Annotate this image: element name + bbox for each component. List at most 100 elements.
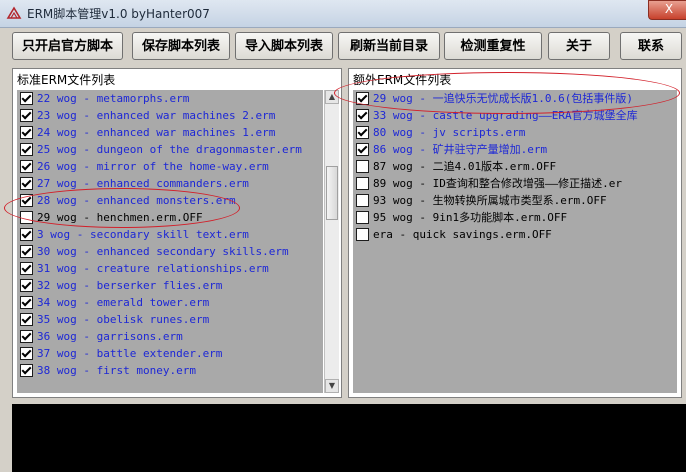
list-item[interactable]: 22 wog - metamorphs.erm — [17, 90, 323, 107]
list-item-label: 36 wog - garrisons.erm — [37, 330, 183, 343]
contact-button[interactable]: 联系 — [620, 32, 682, 60]
list-item[interactable]: 31 wog - creature relationships.erm — [17, 260, 323, 277]
checkbox[interactable] — [356, 177, 369, 190]
list-item[interactable]: 80 wog - jv scripts.erm — [353, 124, 677, 141]
extra-erm-panel: 额外ERM文件列表 29 wog - 一追快乐无忧成长版1.0.6(包括事件版)… — [348, 68, 682, 398]
list-item[interactable]: 35 wog - obelisk runes.erm — [17, 311, 323, 328]
list-item-label: 26 wog - mirror of the home-way.erm — [37, 160, 269, 173]
checkbox[interactable] — [20, 245, 33, 258]
list-item-label: 87 wog - 二追4.01版本.erm.OFF — [373, 160, 557, 173]
list-item[interactable]: 37 wog - battle extender.erm — [17, 345, 323, 362]
list-item[interactable]: 93 wog - 生物转换所属城市类型系.erm.OFF — [353, 192, 677, 209]
list-item-label: 27 wog - enhanced commanders.erm — [37, 177, 249, 190]
list-item-label: 24 wog - enhanced war machines 1.erm — [37, 126, 276, 139]
official-scripts-only-button[interactable]: 只开启官方脚本 — [12, 32, 123, 60]
checkbox[interactable] — [20, 313, 33, 326]
list-item-label: 95 wog - 9in1多功能脚本.erm.OFF — [373, 211, 568, 224]
scrollbar[interactable]: ▲ ▼ — [324, 90, 339, 393]
checkbox[interactable] — [20, 279, 33, 292]
about-button[interactable]: 关于 — [548, 32, 610, 60]
checkbox[interactable] — [20, 330, 33, 343]
list-item-label: 38 wog - first money.erm — [37, 364, 196, 377]
checkbox[interactable] — [20, 194, 33, 207]
list-item[interactable]: 29 wog - henchmen.erm.OFF — [17, 209, 323, 226]
checkbox[interactable] — [356, 160, 369, 173]
close-button[interactable]: X — [648, 0, 686, 20]
list-item-label: 34 wog - emerald tower.erm — [37, 296, 210, 309]
list-item[interactable]: era - quick savings.erm.OFF — [353, 226, 677, 243]
standard-erm-panel: 标准ERM文件列表 22 wog - metamorphs.erm 23 wog … — [12, 68, 342, 398]
title-bar: ERM脚本管理v1.0 byHanter007 X — [0, 0, 686, 28]
list-item-label: 3 wog - secondary skill text.erm — [37, 228, 249, 241]
checkbox[interactable] — [356, 92, 369, 105]
list-item-label: 25 wog - dungeon of the dragonmaster.erm — [37, 143, 302, 156]
toolbar: 只开启官方脚本 保存脚本列表 导入脚本列表 刷新当前目录 检测重复性 关于 联系 — [0, 32, 686, 64]
list-item-label: 29 wog - henchmen.erm.OFF — [37, 211, 203, 224]
list-item[interactable]: 29 wog - 一追快乐无忧成长版1.0.6(包括事件版) — [353, 90, 677, 107]
save-script-list-button[interactable]: 保存脚本列表 — [132, 32, 230, 60]
checkbox[interactable] — [20, 262, 33, 275]
list-item-label: 23 wog - enhanced war machines 2.erm — [37, 109, 276, 122]
checkbox[interactable] — [20, 109, 33, 122]
checkbox[interactable] — [20, 143, 33, 156]
window-title: ERM脚本管理v1.0 byHanter007 — [27, 7, 210, 21]
list-item[interactable]: 24 wog - enhanced war machines 1.erm — [17, 124, 323, 141]
list-item[interactable]: 27 wog - enhanced commanders.erm — [17, 175, 323, 192]
list-item[interactable]: 95 wog - 9in1多功能脚本.erm.OFF — [353, 209, 677, 226]
refresh-directory-button[interactable]: 刷新当前目录 — [338, 32, 440, 60]
list-item-label: 32 wog - berserker flies.erm — [37, 279, 223, 292]
list-item[interactable]: 36 wog - garrisons.erm — [17, 328, 323, 345]
list-item[interactable]: 28 wog - enhanced monsters.erm — [17, 192, 323, 209]
check-duplicates-button[interactable]: 检测重复性 — [444, 32, 542, 60]
arrow-down-icon[interactable]: ▼ — [325, 379, 339, 393]
list-item-label: 37 wog - battle extender.erm — [37, 347, 223, 360]
list-item-label: 28 wog - enhanced monsters.erm — [37, 194, 236, 207]
extra-erm-title: 额外ERM文件列表 — [353, 73, 452, 87]
import-script-list-button[interactable]: 导入脚本列表 — [235, 32, 333, 60]
list-item[interactable]: 25 wog - dungeon of the dragonmaster.erm — [17, 141, 323, 158]
output-console — [12, 404, 686, 472]
list-item-label: 29 wog - 一追快乐无忧成长版1.0.6(包括事件版) — [373, 92, 633, 105]
list-item[interactable]: 87 wog - 二追4.01版本.erm.OFF — [353, 158, 677, 175]
checkbox[interactable] — [20, 364, 33, 377]
checkbox[interactable] — [20, 160, 33, 173]
list-item-label: 93 wog - 生物转换所属城市类型系.erm.OFF — [373, 194, 607, 207]
checkbox[interactable] — [356, 211, 369, 224]
list-item[interactable]: 3 wog - secondary skill text.erm — [17, 226, 323, 243]
list-item[interactable]: 26 wog - mirror of the home-way.erm — [17, 158, 323, 175]
extra-erm-list[interactable]: 29 wog - 一追快乐无忧成长版1.0.6(包括事件版) 33 wog - c… — [353, 90, 677, 393]
scrollbar-thumb[interactable] — [326, 166, 338, 220]
checkbox[interactable] — [20, 347, 33, 360]
checkbox[interactable] — [356, 194, 369, 207]
checkbox[interactable] — [20, 177, 33, 190]
checkbox[interactable] — [356, 126, 369, 139]
list-item-label: 31 wog - creature relationships.erm — [37, 262, 269, 275]
list-item-label: 30 wog - enhanced secondary skills.erm — [37, 245, 289, 258]
checkbox[interactable] — [20, 126, 33, 139]
checkbox[interactable] — [356, 228, 369, 241]
checkbox[interactable] — [356, 109, 369, 122]
checkbox[interactable] — [20, 92, 33, 105]
list-item-label: 80 wog - jv scripts.erm — [373, 126, 526, 139]
checkbox[interactable] — [20, 228, 33, 241]
list-item[interactable]: 38 wog - first money.erm — [17, 362, 323, 379]
checkbox[interactable] — [356, 143, 369, 156]
list-item[interactable]: 86 wog - 矿井驻守产量增加.erm — [353, 141, 677, 158]
list-item-label: era - quick savings.erm.OFF — [373, 228, 552, 241]
app-icon — [6, 6, 22, 19]
checkbox[interactable] — [20, 211, 33, 224]
arrow-up-icon[interactable]: ▲ — [325, 90, 339, 104]
list-item[interactable]: 32 wog - berserker flies.erm — [17, 277, 323, 294]
list-item-label: 35 wog - obelisk runes.erm — [37, 313, 210, 326]
list-item[interactable]: 30 wog - enhanced secondary skills.erm — [17, 243, 323, 260]
list-item[interactable]: 33 wog - castle upgrading——ERA官方城堡全库 — [353, 107, 677, 124]
checkbox[interactable] — [20, 296, 33, 309]
list-item-label: 86 wog - 矿井驻守产量增加.erm — [373, 143, 548, 156]
list-item-label: 89 wog - ID查询和整合修改增强——修正描述.er — [373, 177, 622, 190]
standard-erm-list[interactable]: 22 wog - metamorphs.erm 23 wog - enhanced… — [17, 90, 323, 393]
list-item-label: 33 wog - castle upgrading——ERA官方城堡全库 — [373, 109, 638, 122]
list-item-label: 22 wog - metamorphs.erm — [37, 92, 190, 105]
list-item[interactable]: 89 wog - ID查询和整合修改增强——修正描述.er — [353, 175, 677, 192]
list-item[interactable]: 23 wog - enhanced war machines 2.erm — [17, 107, 323, 124]
list-item[interactable]: 34 wog - emerald tower.erm — [17, 294, 323, 311]
